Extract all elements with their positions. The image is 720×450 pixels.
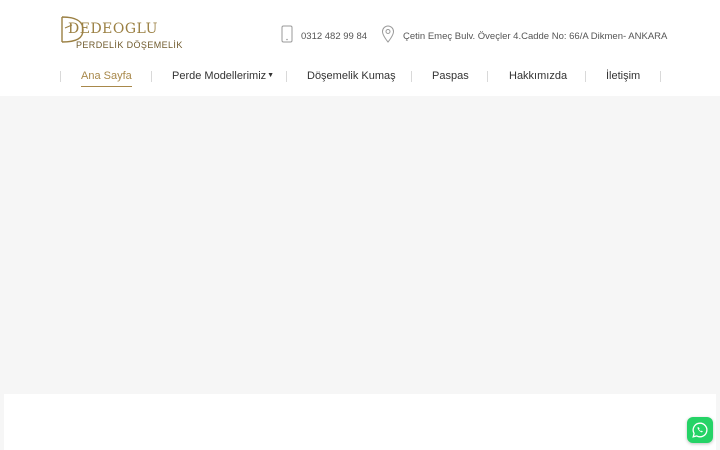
nav-item-iletisim[interactable]: İletişim [606, 70, 640, 86]
chevron-down-icon: ▼ [267, 72, 275, 79]
map-pin-icon [381, 25, 395, 47]
nav-item-label: Perde Modellerimiz [172, 70, 267, 82]
main-navigation: Ana Sayfa Perde Modellerimiz▼ Döşemelik … [60, 64, 662, 90]
phone-number: 0312 482 99 84 [301, 30, 368, 42]
site-logo[interactable]: DEDEOGLU PERDELİK DÖŞEMELİK [59, 15, 182, 51]
nav-divider [487, 71, 488, 82]
nav-divider [286, 71, 287, 82]
nav-item-ana-sayfa[interactable]: Ana Sayfa [81, 70, 132, 87]
logo-tagline: PERDELİK DÖŞEMELİK [76, 40, 183, 50]
nav-divider [60, 71, 61, 82]
address-text: Çetin Emeç Bulv. Öveçler 4.Cadde No: 66/… [403, 30, 668, 42]
header-address: Çetin Emeç Bulv. Öveçler 4.Cadde No: 66/… [381, 25, 668, 47]
nav-item-paspas[interactable]: Paspas [432, 70, 469, 86]
nav-divider [151, 71, 152, 82]
nav-item-dosemelik-kumas[interactable]: Döşemelik Kumaş [307, 70, 396, 86]
header-phone[interactable]: 0312 482 99 84 [281, 25, 368, 47]
mobile-phone-icon [281, 25, 293, 47]
hero-slider [0, 96, 720, 394]
content-section [4, 394, 716, 450]
nav-item-hakkimizda[interactable]: Hakkımızda [509, 70, 567, 86]
nav-divider [585, 71, 586, 82]
logo-wordmark: DEDEOGLU [68, 21, 158, 37]
nav-divider [411, 71, 412, 82]
nav-item-perde-modellerimiz[interactable]: Perde Modellerimiz▼ [172, 70, 274, 86]
content-gutter-right [716, 394, 720, 450]
nav-divider [660, 71, 661, 82]
site-header: DEDEOGLU PERDELİK DÖŞEMELİK 0312 482 99 … [0, 0, 720, 96]
whatsapp-button[interactable] [687, 417, 713, 443]
